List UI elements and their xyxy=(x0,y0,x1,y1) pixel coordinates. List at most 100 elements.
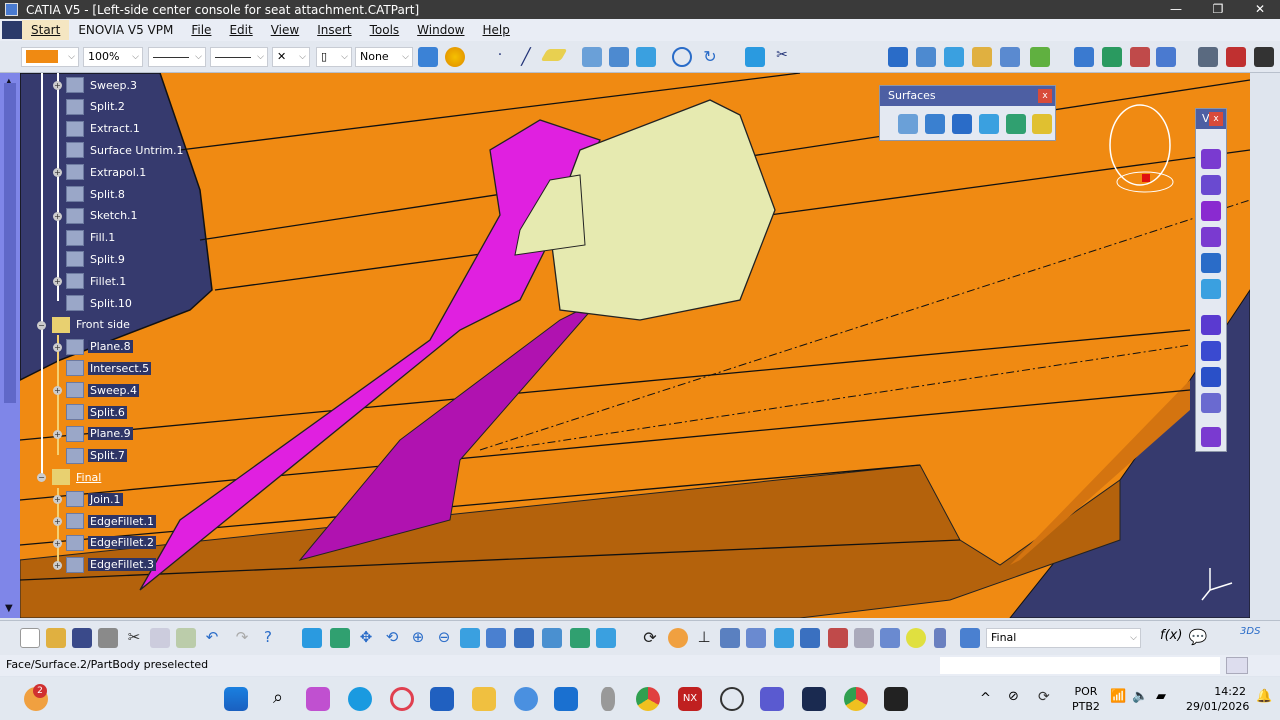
status-button[interactable] xyxy=(1226,657,1248,674)
sketcher-icon[interactable] xyxy=(720,628,740,648)
fill-surface-icon[interactable] xyxy=(1032,114,1052,134)
tree-node[interactable]: Front side xyxy=(52,316,132,334)
painter-icon[interactable] xyxy=(418,47,438,67)
edge-icon[interactable] xyxy=(348,687,372,711)
plane-icon[interactable] xyxy=(540,49,568,61)
tree-node[interactable]: EdgeFillet.3 xyxy=(66,556,156,574)
tree-node[interactable]: Split.7 xyxy=(66,447,127,465)
expand-icon[interactable]: + xyxy=(53,517,62,526)
file-explorer-icon[interactable] xyxy=(472,687,496,711)
repeat-icon[interactable] xyxy=(828,628,848,648)
scroll-down-arrow-icon[interactable]: ▼ xyxy=(5,603,13,614)
tool-icon-6[interactable] xyxy=(1201,279,1221,299)
pan-icon[interactable]: ✥ xyxy=(356,628,376,648)
mouse-icon[interactable] xyxy=(601,687,615,711)
update-icon[interactable]: ⟳ xyxy=(640,628,660,648)
expand-icon[interactable]: + xyxy=(53,495,62,505)
tree-node[interactable]: EdgeFillet.2 xyxy=(66,534,156,552)
surfaces-close-button[interactable]: x xyxy=(1038,89,1052,103)
join-icon[interactable] xyxy=(745,47,765,67)
expand-icon[interactable]: + xyxy=(53,386,62,396)
volume-icon[interactable]: 🔈 xyxy=(1132,689,1148,704)
tool-icon-10[interactable] xyxy=(1201,393,1221,413)
paste-icon[interactable] xyxy=(176,628,196,648)
extrude-surface-icon[interactable] xyxy=(898,114,918,134)
knowledge-icon[interactable] xyxy=(1074,47,1094,67)
hide-show-icon[interactable] xyxy=(1198,47,1218,67)
wifi-icon[interactable]: 📶 xyxy=(1110,689,1126,704)
split-icon[interactable]: ✂ xyxy=(772,47,792,67)
tree-node[interactable]: Fillet.1 xyxy=(66,272,128,290)
cut-icon[interactable]: ✂ xyxy=(124,628,144,648)
comment-icon[interactable]: 💬 xyxy=(1188,628,1208,648)
chrome-icon[interactable] xyxy=(636,687,660,711)
restore-button[interactable]: ❐ xyxy=(1200,0,1236,19)
scan-icon[interactable] xyxy=(906,628,926,648)
tree-node[interactable]: Split.9 xyxy=(66,250,127,268)
list-icon[interactable] xyxy=(934,628,946,648)
offset-surface-icon[interactable] xyxy=(979,114,999,134)
measure-bottom-icon[interactable] xyxy=(800,628,820,648)
expand-icon[interactable]: + xyxy=(53,81,62,90)
surfaces-toolbar-header[interactable]: Surfaces x xyxy=(880,86,1055,106)
rotate-icon[interactable]: ⟲ xyxy=(382,628,402,648)
layer-select[interactable]: None ⌵ xyxy=(355,47,413,67)
iso-view-icon[interactable] xyxy=(514,628,534,648)
formula-icon[interactable]: f(x) xyxy=(1160,628,1182,648)
tree-node[interactable]: EdgeFillet.1 xyxy=(66,512,156,530)
point-icon[interactable]: · xyxy=(490,47,510,67)
line-type-select[interactable]: ⌵ xyxy=(210,47,268,67)
whats-this-icon[interactable]: ? xyxy=(258,628,278,648)
chatgpt-icon[interactable] xyxy=(720,687,744,711)
redo-icon[interactable]: ↷ xyxy=(232,628,252,648)
tool-icon-4[interactable] xyxy=(1201,227,1221,247)
expand-icon[interactable]: + xyxy=(53,342,62,352)
tree-node[interactable]: Split.8 xyxy=(66,185,127,203)
expand-icon[interactable]: + xyxy=(53,277,62,287)
expand-icon[interactable]: + xyxy=(53,429,62,439)
tool-icon-8[interactable] xyxy=(1201,341,1221,361)
law-icon[interactable] xyxy=(1156,47,1176,67)
tool-icon-5[interactable] xyxy=(1201,253,1221,273)
properties-icon[interactable] xyxy=(445,47,465,67)
swap-visible-space-icon[interactable] xyxy=(596,628,616,648)
reorder-icon[interactable] xyxy=(854,628,874,648)
command-input[interactable] xyxy=(940,657,1220,674)
menu-file[interactable]: File xyxy=(182,23,220,37)
battery-icon[interactable]: ▰ xyxy=(1156,689,1166,704)
tree-node[interactable]: Surface Untrim.1 xyxy=(66,141,186,159)
sync-off-icon[interactable]: ⊘ xyxy=(1008,689,1019,704)
opera-icon[interactable] xyxy=(390,687,414,711)
tree-node[interactable]: Fill.1 xyxy=(66,229,117,247)
expand-icon[interactable]: + xyxy=(53,560,62,570)
tree-scrollbar[interactable]: ▲ ▼ xyxy=(0,73,20,618)
color-select[interactable]: ⌵ xyxy=(21,47,79,67)
tree-node[interactable]: Plane.8 xyxy=(66,338,133,356)
extract-icon[interactable] xyxy=(916,47,936,67)
minimize-button[interactable]: — xyxy=(1158,0,1194,19)
tree-node[interactable]: Sketch.1 xyxy=(66,207,140,225)
transform-icon[interactable] xyxy=(888,47,908,67)
snap-icon[interactable] xyxy=(774,628,794,648)
rendering-style-select[interactable]: ▯ ⌵ xyxy=(316,47,352,67)
expand-icon[interactable]: + xyxy=(53,168,62,178)
print-icon[interactable] xyxy=(98,628,118,648)
scrollbar-thumb[interactable] xyxy=(4,83,16,403)
tool-icon-2[interactable] xyxy=(1201,175,1221,195)
normal-view-icon[interactable] xyxy=(460,628,480,648)
point-symbol-select[interactable]: ✕ ⌵ xyxy=(272,47,310,67)
catalog-icon[interactable] xyxy=(1102,47,1122,67)
menu-edit[interactable]: Edit xyxy=(220,23,261,37)
work-object-icon[interactable] xyxy=(960,628,980,648)
offset-icon[interactable] xyxy=(609,47,629,67)
tool-icon-9[interactable] xyxy=(1201,367,1221,387)
store-icon[interactable] xyxy=(430,687,454,711)
close-button[interactable]: ✕ xyxy=(1242,0,1278,19)
tree-node[interactable]: Extrapol.1 xyxy=(66,163,148,181)
outlook-icon[interactable] xyxy=(554,687,578,711)
draft-analysis-icon[interactable] xyxy=(1030,47,1050,67)
language-indicator[interactable]: POR PTB2 xyxy=(1072,684,1100,714)
menu-window[interactable]: Window xyxy=(408,23,473,37)
shading-icon[interactable] xyxy=(542,628,562,648)
open-icon[interactable] xyxy=(46,628,66,648)
